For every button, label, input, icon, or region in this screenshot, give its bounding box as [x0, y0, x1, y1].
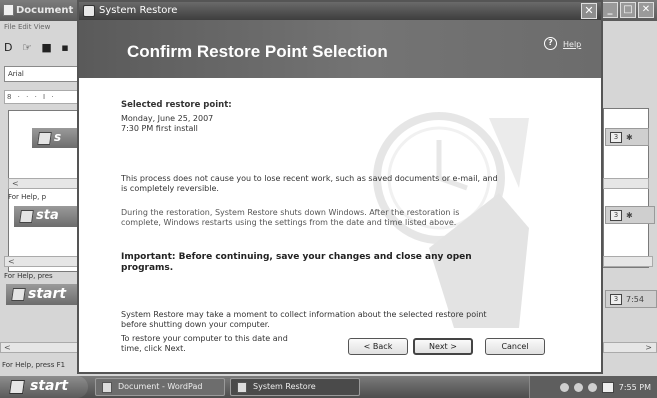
volume-icon[interactable]	[573, 382, 583, 392]
nested-tray-3: 3 7:54	[605, 290, 657, 308]
system-tray: 3 7:55 PM	[529, 376, 657, 398]
system-restore-dialog: System Restore ✕ Confirm Restore Point S…	[77, 0, 603, 374]
help-icon[interactable]: ?	[544, 37, 557, 50]
dialog-title-bar: System Restore ✕	[79, 2, 601, 20]
calendar-icon[interactable]: 3	[601, 381, 614, 393]
maximize-button[interactable]: □	[620, 2, 636, 18]
dialog-title: System Restore	[99, 5, 178, 16]
clock[interactable]: 7:55 PM	[619, 383, 651, 392]
instruction-text: To restore your computer to this date an…	[121, 334, 288, 353]
important-warning: Important: Before continuing, save your …	[121, 252, 472, 273]
selected-restore-point-date: Monday, June 25, 2007 7:30 PM first inst…	[121, 114, 321, 134]
dialog-body: Selected restore point: Monday, June 25,…	[79, 78, 601, 372]
windows-logo-icon	[37, 132, 52, 145]
task-system-restore[interactable]: System Restore	[230, 378, 360, 396]
dialog-header: Confirm Restore Point Selection ? Help	[79, 20, 601, 78]
next-button[interactable]: Next >	[413, 338, 473, 355]
wordpad-icon	[102, 382, 112, 393]
nested-help-2: For Help, pres	[4, 272, 53, 280]
minimize-button[interactable]: _	[602, 2, 618, 18]
system-restore-icon	[237, 382, 247, 393]
nested-tray-2: 3 ✱	[605, 206, 655, 224]
nested-tray-1: 3 ✱	[605, 128, 649, 146]
windows-logo-icon	[9, 380, 25, 394]
wordpad-icon	[3, 4, 14, 16]
nested-scrollbar-right-1	[603, 178, 649, 189]
dialog-close-button[interactable]: ✕	[581, 3, 597, 19]
page-title: Confirm Restore Point Selection	[127, 42, 388, 61]
status-help: For Help, press F1	[2, 361, 66, 369]
shutdown-note: During the restoration, System Restore s…	[121, 208, 460, 227]
restore-date: Monday, June 25, 2007	[121, 114, 214, 123]
start-button[interactable]: start	[0, 376, 88, 398]
main-scrollbar-right[interactable]: >	[603, 342, 657, 353]
nested-scrollbar-right-2	[603, 256, 653, 267]
collect-info-note: System Restore may take a moment to coll…	[121, 310, 487, 329]
window-controls: _ □ ✕	[602, 2, 654, 18]
task-wordpad[interactable]: Document - WordPad	[95, 378, 225, 396]
help-link[interactable]: Help	[563, 40, 581, 49]
nested-help-1: For Help, p	[8, 193, 47, 201]
selected-restore-point-label: Selected restore point:	[121, 100, 232, 110]
close-button[interactable]: ✕	[638, 2, 654, 18]
back-button[interactable]: < Back	[348, 338, 408, 355]
reversible-note: This process does not cause you to lose …	[121, 174, 498, 193]
security-icon[interactable]	[587, 382, 597, 392]
wordpad-title: Document	[16, 5, 74, 16]
restore-description: 7:30 PM first install	[121, 124, 198, 133]
font-select[interactable]: Arial	[4, 66, 82, 82]
windows-logo-icon	[19, 210, 34, 223]
network-icon[interactable]	[559, 382, 569, 392]
cancel-button[interactable]: Cancel	[485, 338, 545, 355]
windows-logo-icon	[11, 288, 26, 301]
system-restore-icon	[83, 5, 95, 17]
taskbar: start Document - WordPad System Restore …	[0, 376, 657, 398]
